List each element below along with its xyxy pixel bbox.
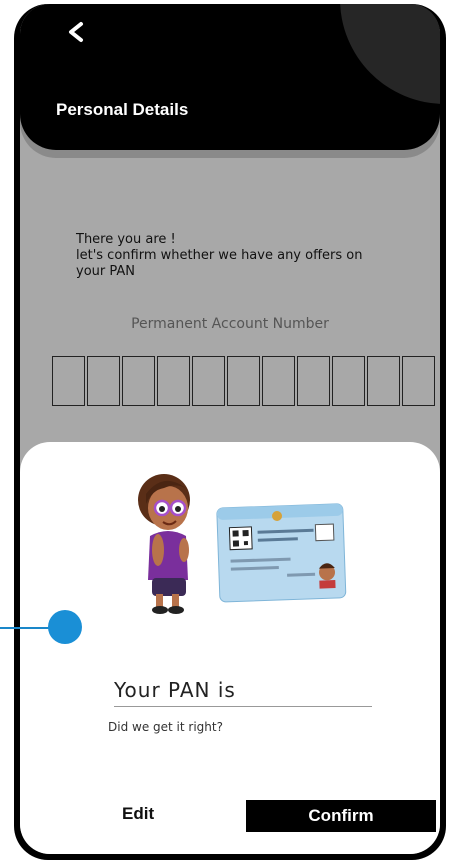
pan-char-box[interactable] <box>192 356 225 406</box>
pan-char-box[interactable] <box>52 356 85 406</box>
confirmation-question: Did we get it right? <box>108 720 223 734</box>
page-title: Personal Details <box>56 100 189 119</box>
confirm-button[interactable]: Confirm <box>246 800 436 832</box>
header-decoration <box>340 4 440 104</box>
your-pan-heading: Your PAN is <box>114 678 372 707</box>
chevron-left-icon <box>69 22 83 42</box>
pan-char-box[interactable] <box>87 356 120 406</box>
back-button[interactable] <box>60 16 92 48</box>
intro-line-1: There you are ! <box>76 232 176 247</box>
edit-button[interactable]: Edit <box>122 804 182 824</box>
intro-line-3: your PAN <box>76 264 135 279</box>
phone-frame: Personal Details There you are ! let's c… <box>14 4 446 860</box>
pan-char-box[interactable] <box>367 356 400 406</box>
pan-char-box[interactable] <box>122 356 155 406</box>
pan-char-box[interactable] <box>297 356 330 406</box>
pan-char-box[interactable] <box>332 356 365 406</box>
pan-char-box[interactable] <box>402 356 435 406</box>
intro-line-2: let's confirm whether we have any offers… <box>76 248 363 263</box>
pan-char-box[interactable] <box>262 356 295 406</box>
confirmation-sheet: Your PAN is Did we get it right? Edit Co… <box>20 442 440 854</box>
annotation-pointer-dot <box>48 610 82 644</box>
pan-input[interactable] <box>52 356 437 408</box>
pan-card-illustration <box>138 474 347 614</box>
pan-label: Permanent Account Number <box>131 316 329 332</box>
app-screen: Personal Details There you are ! let's c… <box>20 4 440 854</box>
intro-text: There you are ! let's confirm whether we… <box>76 232 416 280</box>
header: Personal Details <box>20 4 440 150</box>
pan-char-box[interactable] <box>157 356 190 406</box>
pan-char-box[interactable] <box>227 356 260 406</box>
